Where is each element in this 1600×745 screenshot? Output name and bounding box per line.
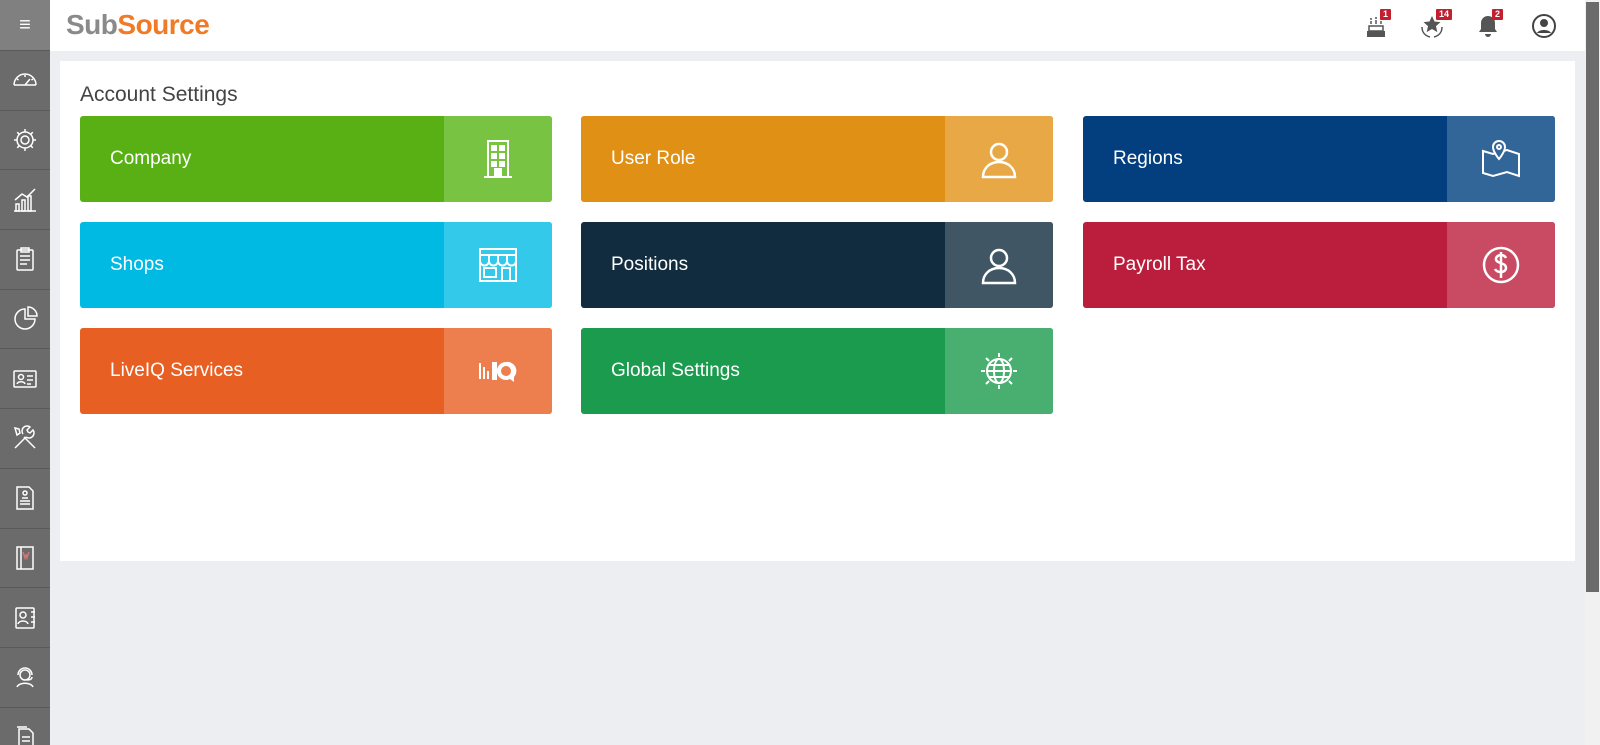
tile-payroll-tax-label: Payroll Tax xyxy=(1113,254,1206,275)
tile-liveiq-services-label: LiveIQ Services xyxy=(110,360,244,381)
tile-global-settings[interactable]: Global Settings xyxy=(581,328,1053,414)
user-icon xyxy=(981,142,1017,179)
top-header: SubSource 1 14 2 xyxy=(50,0,1600,51)
scrollbar-thumb[interactable] xyxy=(1586,2,1599,592)
user-account-icon xyxy=(1532,13,1556,38)
sidebar-item-settings[interactable] xyxy=(0,111,50,171)
tile-regions-label: Regions xyxy=(1113,148,1183,169)
tile-user-role-label: User Role xyxy=(611,148,696,169)
sidebar-item-employees[interactable] xyxy=(0,349,50,410)
page-title: Account Settings xyxy=(80,83,238,106)
subsource-logo[interactable]: SubSource xyxy=(66,8,210,42)
tile-shops-label: Shops xyxy=(110,254,164,275)
user-icon xyxy=(981,248,1017,285)
globe-gear-icon xyxy=(981,353,1017,389)
tile-company[interactable]: Company xyxy=(80,116,552,202)
book-icon xyxy=(16,546,34,570)
page-scrollbar[interactable] xyxy=(1585,0,1600,745)
tile-liveiq-services[interactable]: LiveIQ Services xyxy=(80,328,552,414)
birthdays-badge: 1 xyxy=(1380,9,1392,20)
account-button[interactable] xyxy=(1516,0,1572,51)
map-pin-icon xyxy=(1482,139,1520,178)
sidebar-item-documents[interactable] xyxy=(0,469,50,529)
support-agent-icon xyxy=(16,667,34,688)
tile-positions-label: Positions xyxy=(611,254,689,275)
liveiq-icon xyxy=(479,361,517,382)
sidebar-item-handbook[interactable] xyxy=(0,529,50,589)
awards-button[interactable]: 14 xyxy=(1404,0,1460,51)
sidebar-item-reports[interactable] xyxy=(0,290,50,350)
sidebar-item-support[interactable] xyxy=(0,648,50,708)
sidebar-item-clipboard[interactable] xyxy=(0,230,50,290)
id-card-icon xyxy=(13,370,37,388)
logo-source: Source xyxy=(117,9,210,40)
tile-company-label: Company xyxy=(110,148,192,169)
sidebar-item-analytics[interactable] xyxy=(0,170,50,231)
tile-user-role[interactable]: User Role xyxy=(581,116,1053,202)
tile-shops[interactable]: Shops xyxy=(80,222,552,308)
contacts-icon xyxy=(15,606,35,629)
tools-icon xyxy=(13,425,36,449)
sidebar-item-dashboard[interactable] xyxy=(0,51,50,111)
sidebar-item-contacts[interactable] xyxy=(0,588,50,648)
account-settings-panel: Account Settings Company User Role Regio… xyxy=(60,61,1575,561)
tile-regions[interactable]: Regions xyxy=(1083,116,1555,202)
storefront-icon xyxy=(479,248,517,282)
clipboard-icon xyxy=(16,247,34,272)
dashboard-icon xyxy=(13,73,37,87)
notifications-badge: 2 xyxy=(1492,9,1504,20)
menu-toggle-button[interactable]: ≡ xyxy=(0,0,50,51)
awards-badge: 14 xyxy=(1436,9,1453,20)
sidebar-item-files[interactable] xyxy=(0,708,50,745)
dollar-icon xyxy=(1482,246,1520,284)
settings-icon xyxy=(14,129,36,152)
pie-chart-icon xyxy=(14,306,38,330)
building-icon xyxy=(484,140,512,178)
logo-sub: Sub xyxy=(66,9,118,40)
tile-payroll-tax[interactable]: Payroll Tax xyxy=(1083,222,1555,308)
birthdays-button[interactable]: 1 xyxy=(1348,0,1404,51)
notifications-button[interactable]: 2 xyxy=(1460,0,1516,51)
analytics-icon xyxy=(14,188,36,212)
hamburger-icon: ≡ xyxy=(19,13,31,36)
sidebar-item-tools[interactable] xyxy=(0,409,50,469)
tile-global-settings-label: Global Settings xyxy=(611,360,740,381)
files-icon xyxy=(17,726,34,745)
sidebar: ≡ xyxy=(0,0,50,745)
tile-positions[interactable]: Positions xyxy=(581,222,1053,308)
document-icon xyxy=(16,486,34,510)
